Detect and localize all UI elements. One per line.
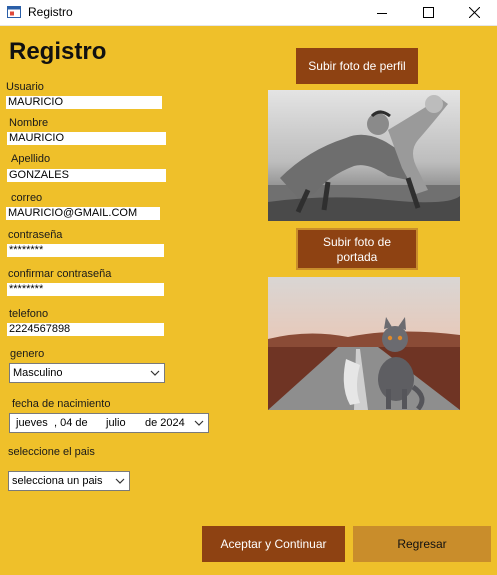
profile-photo <box>268 90 460 221</box>
apellido-label: Apellido <box>11 153 51 165</box>
maximize-button[interactable] <box>405 0 451 25</box>
confirmar-label: confirmar contraseña <box>8 268 112 280</box>
chevron-down-icon <box>115 478 125 484</box>
pais-value: selecciona un pais <box>12 475 103 487</box>
nombre-field[interactable]: MAURICIO <box>7 132 166 145</box>
page-title: Registro <box>9 38 107 65</box>
telefono-field[interactable]: 2224567898 <box>7 323 164 336</box>
genero-label: genero <box>10 348 45 360</box>
contrasena-label: contraseña <box>8 229 63 241</box>
correo-field[interactable]: MAURICIO@GMAIL.COM <box>6 207 160 220</box>
fecha-label: fecha de nacimiento <box>12 398 111 410</box>
accept-continue-button[interactable]: Aceptar y Continuar <box>202 526 345 562</box>
telefono-label: telefono <box>9 308 49 320</box>
minimize-icon <box>377 12 387 14</box>
upload-cover-photo-button[interactable]: Subir foto de portada <box>296 228 418 270</box>
form-client-area: Registro Usuario MAURICIO Nombre MAURICI… <box>0 26 497 575</box>
pais-select[interactable]: selecciona un pais <box>8 471 130 491</box>
chevron-down-icon <box>194 420 204 426</box>
cover-photo <box>268 277 460 410</box>
close-icon <box>468 7 480 18</box>
pais-label: seleccione el pais <box>8 446 95 458</box>
fecha-weekday: jueves <box>16 417 48 429</box>
title-bar: Registro <box>0 0 497 26</box>
correo-label: correo <box>11 192 43 204</box>
upload-profile-photo-button[interactable]: Subir foto de perfil <box>296 48 418 84</box>
confirmar-field[interactable]: ******** <box>7 283 164 296</box>
fecha-year: de 2024 <box>145 417 185 429</box>
usuario-label: Usuario <box>6 81 44 93</box>
nombre-label: Nombre <box>9 117 49 129</box>
genero-select[interactable]: Masculino <box>9 363 165 383</box>
fecha-picker[interactable]: jueves , 04 de julio de 2024 <box>9 413 209 433</box>
genero-value: Masculino <box>13 367 63 379</box>
maximize-icon <box>422 7 434 18</box>
usuario-field[interactable]: MAURICIO <box>6 96 162 109</box>
app-form-icon <box>7 6 21 18</box>
contrasena-field[interactable]: ******** <box>7 244 164 257</box>
cover-button-line1: Subir foto de <box>322 235 392 249</box>
minimize-button[interactable] <box>359 0 405 25</box>
fecha-day: , 04 de <box>54 417 88 429</box>
fecha-month: julio <box>106 417 126 429</box>
window-title: Registro <box>28 5 73 19</box>
chevron-down-icon <box>150 370 160 376</box>
apellido-field[interactable]: GONZALES <box>7 169 166 182</box>
close-button[interactable] <box>451 0 497 25</box>
cover-button-line2: portada <box>336 250 378 264</box>
back-button[interactable]: Regresar <box>353 526 491 562</box>
